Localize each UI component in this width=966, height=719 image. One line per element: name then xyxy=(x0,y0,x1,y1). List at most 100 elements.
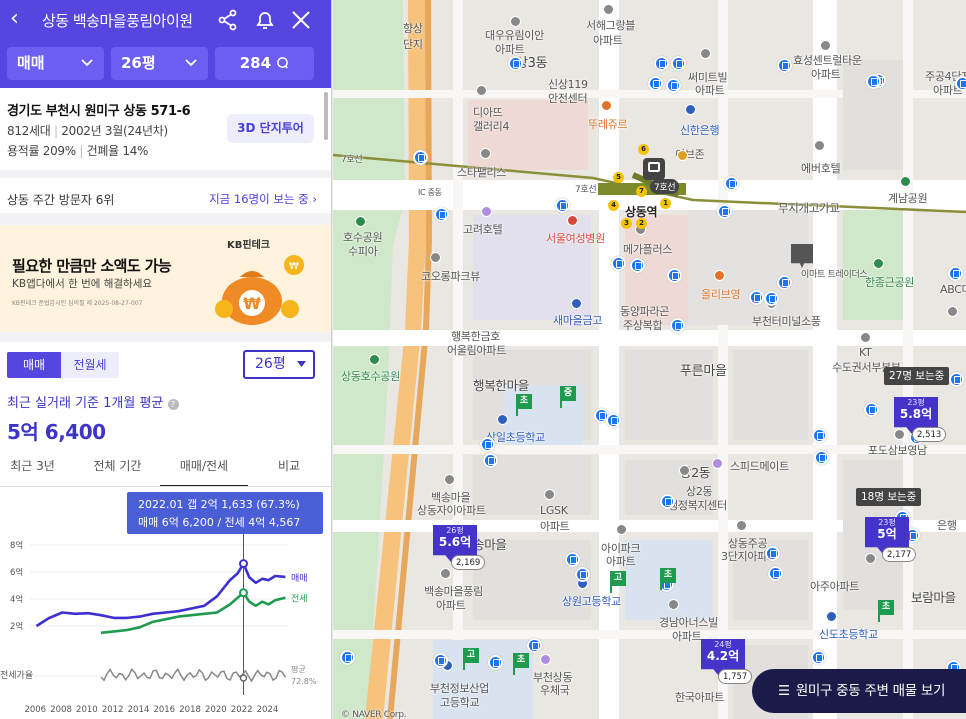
poi-pin[interactable] xyxy=(440,568,451,579)
bus-stop-icon[interactable] xyxy=(488,655,503,670)
poi-pin[interactable] xyxy=(894,429,905,440)
poi-pin[interactable] xyxy=(814,140,825,151)
bus-stop-icon[interactable] xyxy=(666,78,681,93)
bus-stop-icon[interactable] xyxy=(864,402,879,417)
poi-pin[interactable] xyxy=(685,104,696,115)
poi-pin[interactable] xyxy=(444,474,455,485)
bus-stop-icon[interactable] xyxy=(611,256,626,271)
deal-type-dropdown[interactable]: 매매 xyxy=(7,47,104,80)
bus-stop-icon[interactable] xyxy=(749,290,764,305)
size-select[interactable]: 26평 xyxy=(243,350,315,379)
poi-pin[interactable] xyxy=(430,252,441,263)
school-flag-icon[interactable]: 초 xyxy=(660,568,676,590)
tab-recent-3y[interactable]: 최근 3년 xyxy=(0,451,65,487)
school-flag-icon[interactable]: 중 xyxy=(560,386,576,408)
poi-pin[interactable] xyxy=(668,599,679,610)
poi-pin[interactable] xyxy=(679,465,690,476)
poi-pin[interactable] xyxy=(677,150,688,161)
bus-stop-icon[interactable] xyxy=(949,372,964,387)
subway-icon[interactable] xyxy=(643,158,665,180)
3d-tour-button[interactable]: 3D 단지투어 xyxy=(227,114,314,143)
poi-pin[interactable] xyxy=(712,458,723,469)
poi-pin[interactable] xyxy=(476,85,487,96)
close-icon[interactable] xyxy=(289,8,313,32)
bus-stop-icon[interactable] xyxy=(508,56,523,71)
poi-pin[interactable] xyxy=(571,298,582,309)
bus-stop-icon[interactable] xyxy=(768,566,783,581)
bus-stop-icon[interactable] xyxy=(575,567,590,582)
bus-stop-icon[interactable] xyxy=(340,650,355,665)
bus-stop-icon[interactable] xyxy=(948,266,963,281)
poi-pin[interactable] xyxy=(603,4,614,15)
share-icon[interactable] xyxy=(216,8,240,32)
poi-pin[interactable] xyxy=(369,354,380,365)
poi-pin[interactable] xyxy=(826,611,837,622)
tab-rent[interactable]: 전월세 xyxy=(61,352,119,378)
bus-stop-icon[interactable] xyxy=(483,453,498,468)
map[interactable]: 향상 단지 서해그랑블 아파트 대우유림이안 아파트 상3동 효성센트럴타운 아… xyxy=(333,0,966,719)
poi-pin[interactable] xyxy=(567,215,578,226)
poi-pin[interactable] xyxy=(947,306,958,317)
bus-stop-icon[interactable] xyxy=(765,546,780,561)
school-flag-icon[interactable]: 고 xyxy=(463,648,479,670)
poi-pin[interactable] xyxy=(355,216,366,227)
bus-stop-icon[interactable] xyxy=(671,56,686,71)
bus-stop-icon[interactable] xyxy=(434,207,449,222)
school-flag-icon[interactable]: 초 xyxy=(878,600,894,622)
bus-stop-icon[interactable] xyxy=(777,58,792,73)
bus-stop-icon[interactable] xyxy=(413,150,428,165)
poi-pin[interactable] xyxy=(616,524,627,535)
tab-compare[interactable]: 비교 xyxy=(258,451,320,487)
poi-pin[interactable] xyxy=(540,654,551,665)
school-flag-icon[interactable]: 초 xyxy=(513,653,529,675)
bus-stop-icon[interactable] xyxy=(866,74,881,89)
bus-stop-icon[interactable] xyxy=(777,275,792,290)
poi-pin[interactable] xyxy=(497,414,508,425)
bus-stop-icon[interactable] xyxy=(654,56,669,71)
bus-stop-icon[interactable] xyxy=(955,76,966,91)
poi-pin[interactable] xyxy=(714,270,725,281)
bus-stop-icon[interactable] xyxy=(717,204,732,219)
poi-pin[interactable] xyxy=(865,553,876,564)
poi-pin[interactable] xyxy=(820,40,831,51)
bus-stop-icon[interactable] xyxy=(555,198,570,213)
bell-icon[interactable] xyxy=(253,8,277,32)
bus-stop-icon[interactable] xyxy=(648,76,663,91)
poi-pin[interactable] xyxy=(900,176,911,187)
tab-sale[interactable]: 매매 xyxy=(7,352,61,378)
poi-pin[interactable] xyxy=(601,100,612,111)
bus-stop-icon[interactable] xyxy=(667,268,682,283)
bus-stop-icon[interactable] xyxy=(480,437,495,452)
poi-pin[interactable] xyxy=(736,520,747,531)
tab-all-period[interactable]: 전체 기간 xyxy=(80,451,155,487)
viewers-link[interactable]: 지금 16명이 보는 중 › xyxy=(209,191,317,207)
back-icon[interactable]: ‹ xyxy=(10,8,32,32)
poi-pin[interactable] xyxy=(873,258,884,269)
poi-pin[interactable] xyxy=(480,148,491,159)
bus-stop-icon[interactable] xyxy=(814,450,829,465)
size-dropdown[interactable]: 26평 xyxy=(111,47,208,80)
poi-pin[interactable] xyxy=(860,332,871,343)
poi-pin[interactable] xyxy=(544,489,555,500)
bus-stop-icon[interactable] xyxy=(670,318,685,333)
bus-stop-icon[interactable] xyxy=(811,650,826,665)
bus-stop-icon[interactable] xyxy=(764,291,779,306)
nearby-listings-button[interactable]: ☰ 원미구 중동 주변 매물 보기 xyxy=(752,669,966,713)
school-flag-icon[interactable]: 고 xyxy=(610,571,626,593)
bus-stop-icon[interactable] xyxy=(606,413,621,428)
tab-sale-jeonse[interactable]: 매매/전세 xyxy=(160,451,248,487)
help-icon[interactable]: ? xyxy=(167,399,179,410)
bus-stop-icon[interactable] xyxy=(812,428,827,443)
poi-pin[interactable] xyxy=(700,48,711,59)
poi-pin[interactable] xyxy=(510,16,521,27)
bus-stop-icon[interactable] xyxy=(527,638,542,653)
comments-button[interactable]: 284 xyxy=(215,47,314,80)
bus-stop-icon[interactable] xyxy=(433,653,448,668)
bus-stop-icon[interactable] xyxy=(724,176,739,191)
bus-stop-icon[interactable] xyxy=(630,258,645,273)
bus-stop-icon[interactable] xyxy=(660,494,675,509)
bus-stop-icon[interactable] xyxy=(565,552,580,567)
school-flag-icon[interactable]: 초 xyxy=(516,394,532,416)
poi-pin[interactable] xyxy=(481,206,492,217)
scrollbar[interactable] xyxy=(324,92,328,140)
